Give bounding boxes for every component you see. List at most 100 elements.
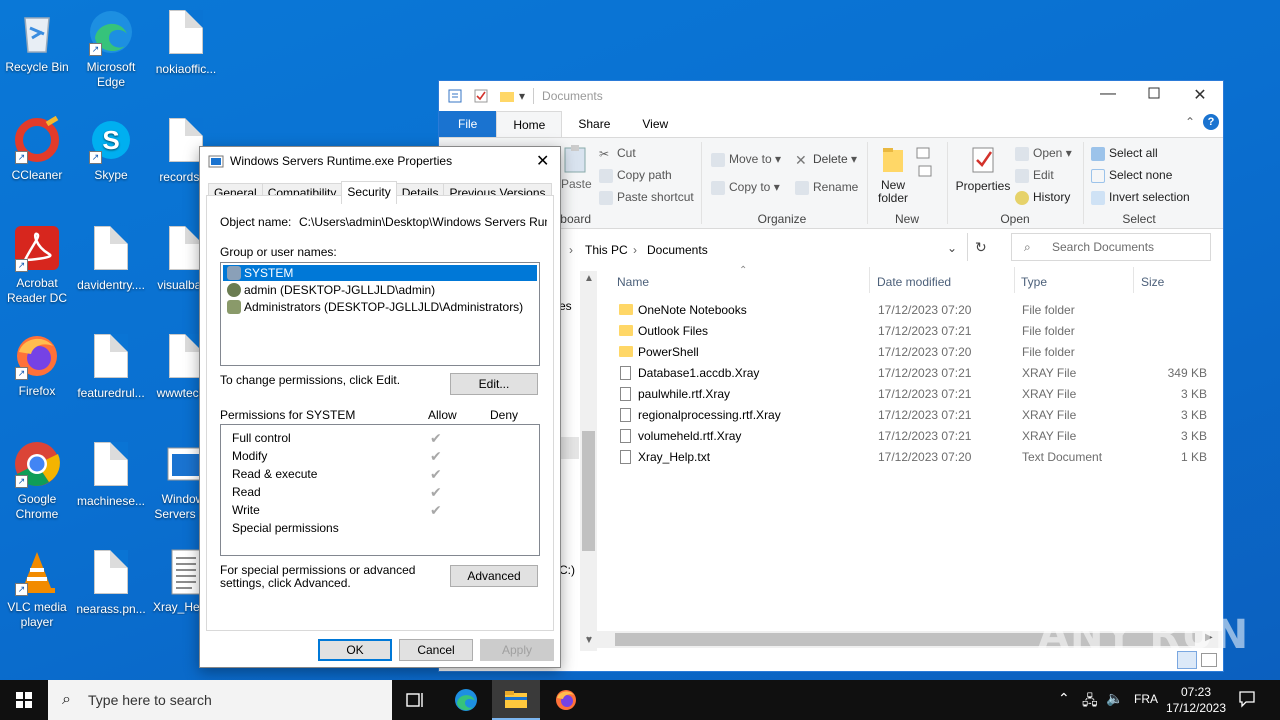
taskbar-explorer-button[interactable] — [492, 680, 540, 720]
user-item-admin[interactable]: admin (DESKTOP-JGLLJLD\admin) — [223, 282, 435, 298]
new-item-icon[interactable] — [915, 146, 939, 183]
volume-icon[interactable]: 🔈 — [1106, 690, 1123, 707]
file-row[interactable]: volumeheld.rtf.Xray 17/12/2023 07:21 XRAY … — [619, 426, 1219, 447]
users-group-icon — [227, 299, 241, 314]
ribbon-collapse-icon[interactable]: ⌃ — [1185, 115, 1195, 129]
nav-pane-item[interactable]: C:) — [559, 563, 575, 577]
history-button[interactable]: History — [1015, 190, 1070, 205]
ok-button[interactable]: OK — [318, 639, 392, 661]
taskbar-firefox-button[interactable] — [542, 680, 590, 720]
file-icon[interactable]: davidentry.... — [71, 224, 151, 293]
tab-file[interactable]: File — [439, 111, 497, 137]
advanced-button[interactable]: Advanced — [450, 565, 538, 587]
tab-security[interactable]: Security — [341, 181, 397, 204]
search-input[interactable]: ⌕ Search Documents — [1011, 233, 1211, 261]
clock[interactable]: 07:23 17/12/2023 — [1164, 684, 1228, 716]
firefox-icon[interactable]: ↗ Firefox — [0, 332, 77, 399]
file-row[interactable]: PowerShell 17/12/2023 07:20 File folder — [619, 342, 1219, 363]
allow-check-icon: ✔ — [430, 502, 442, 518]
scroll-down-icon[interactable]: ⌄ — [585, 631, 593, 642]
cut-button[interactable]: ✂ Cut — [599, 146, 636, 161]
tab-share[interactable]: Share — [562, 111, 626, 137]
acrobat-reader-icon[interactable]: ↗ Acrobat Reader DC — [0, 224, 77, 306]
delete-button[interactable]: ✕ Delete ▾ — [795, 152, 857, 167]
breadcrumb-this-pc[interactable]: This PC — [585, 243, 628, 257]
paste-button[interactable]: Paste — [561, 144, 592, 191]
refresh-icon[interactable]: ↻ — [975, 239, 987, 256]
show-hidden-icons-icon[interactable]: ⌃ — [1058, 690, 1070, 707]
apply-button[interactable]: Apply — [480, 639, 554, 661]
ccleaner-icon[interactable]: ↗ CCleaner — [0, 115, 77, 183]
file-icon[interactable]: machinese... — [71, 440, 151, 509]
column-header-name[interactable]: Name — [617, 275, 649, 289]
sort-arrow-icon: ⌃ — [739, 265, 748, 276]
select-all-button[interactable]: Select all — [1091, 146, 1158, 161]
select-none-button[interactable]: Select none — [1091, 168, 1172, 183]
address-bar[interactable]: › This PC › Documents — [569, 235, 969, 261]
file-row[interactable]: Database1.accdb.Xray 17/12/2023 07:21 XRAY… — [619, 363, 1219, 384]
task-view-button[interactable] — [392, 680, 440, 720]
column-header-type[interactable]: Type — [1021, 275, 1047, 289]
invert-selection-icon — [1091, 190, 1105, 205]
column-header-date[interactable]: Date modified — [877, 275, 951, 289]
taskbar-edge-button[interactable] — [442, 680, 490, 720]
permission-modify: Modify — [232, 449, 268, 463]
vlc-media-player-icon[interactable]: ↗ VLC media player — [0, 548, 77, 630]
minimize-button[interactable]: — — [1093, 85, 1123, 103]
file-row[interactable]: paulwhile.rtf.Xray 17/12/2023 07:21 XRAY F… — [619, 384, 1219, 405]
nav-pane-selected-item[interactable] — [559, 437, 579, 459]
google-chrome-icon[interactable]: ↗ Google Chrome — [0, 440, 77, 522]
properties-quick-icon[interactable] — [447, 88, 463, 104]
edge-icon — [455, 689, 477, 711]
notification-center-icon[interactable] — [1238, 690, 1256, 711]
breadcrumb-documents[interactable]: Documents — [647, 243, 708, 257]
skype-icon[interactable]: S ↗ Skype — [71, 116, 151, 183]
address-dropdown-icon[interactable]: ⌄ — [947, 241, 957, 255]
properties-button[interactable]: Properties — [955, 144, 1011, 193]
help-icon[interactable]: ? — [1203, 114, 1219, 130]
checkmark-quick-icon[interactable] — [473, 88, 489, 104]
open-button[interactable]: Open ▾ — [1015, 146, 1072, 161]
copy-to-button[interactable]: Copy to ▾ — [711, 180, 780, 195]
tab-home[interactable]: Home — [496, 111, 563, 137]
edit-icon — [1015, 168, 1029, 183]
invert-selection-button[interactable]: Invert selection — [1091, 190, 1190, 205]
new-folder-quick-icon[interactable] — [499, 88, 515, 104]
network-icon[interactable]: 🖧 — [1082, 690, 1098, 714]
permissions-list[interactable]: Full control ✔ Modify ✔ Read & execute ✔… — [220, 424, 540, 556]
nav-pane-scrollbar[interactable]: ▲ ▼ — [580, 271, 597, 651]
rename-button[interactable]: Rename — [795, 180, 858, 195]
users-listbox[interactable]: SYSTEM admin (DESKTOP-JGLLJLD\admin) Adm… — [220, 262, 540, 366]
copy-path-button[interactable]: Copy path — [599, 168, 672, 183]
new-folder-button[interactable]: New folder — [875, 144, 911, 205]
users-group-icon — [227, 265, 241, 280]
dialog-close-button[interactable]: ✕ — [536, 151, 549, 171]
scrollbar-thumb[interactable] — [582, 431, 595, 551]
edit-button[interactable]: Edit... — [450, 373, 538, 395]
maximize-button[interactable] — [1139, 87, 1169, 102]
microsoft-edge-icon[interactable]: ↗ Microsoft Edge — [71, 8, 151, 90]
file-icon[interactable]: nokiaoffic... — [146, 8, 226, 77]
edit-button[interactable]: Edit — [1015, 168, 1054, 183]
paste-shortcut-button[interactable]: Paste shortcut — [599, 190, 694, 205]
column-header-size[interactable]: Size — [1141, 275, 1164, 289]
scroll-up-icon[interactable]: ▲ — [584, 273, 594, 284]
input-language-indicator[interactable]: FRA — [1134, 692, 1158, 706]
file-row[interactable]: Xray_Help.txt 17/12/2023 07:20 Text Docume… — [619, 447, 1219, 468]
taskbar-search-input[interactable]: ⌕ Type here to search — [48, 680, 392, 720]
user-item-administrators[interactable]: Administrators (DESKTOP-JGLLJLD\Administ… — [223, 299, 523, 315]
recycle-bin-icon[interactable]: Recycle Bin — [0, 8, 77, 75]
file-icon[interactable]: nearass.pn... — [71, 548, 151, 617]
file-row[interactable]: OneNote Notebooks 17/12/2023 07:20 File fo… — [619, 300, 1219, 321]
file-icon[interactable]: featuredrul... — [71, 332, 151, 401]
file-row[interactable]: regionalprocessing.rtf.Xray 17/12/2023 07… — [619, 405, 1219, 426]
folder-icon — [619, 304, 633, 315]
quick-access-dropdown-icon[interactable]: ▾ — [519, 89, 525, 103]
tab-view[interactable]: View — [626, 111, 684, 137]
cancel-button[interactable]: Cancel — [399, 639, 473, 661]
close-button[interactable]: ✕ — [1185, 85, 1215, 105]
start-button[interactable] — [0, 680, 48, 720]
file-row[interactable]: Outlook Files 17/12/2023 07:21 File folder — [619, 321, 1219, 342]
move-to-button[interactable]: Move to ▾ — [711, 152, 781, 167]
user-item-system[interactable]: SYSTEM — [223, 265, 537, 281]
